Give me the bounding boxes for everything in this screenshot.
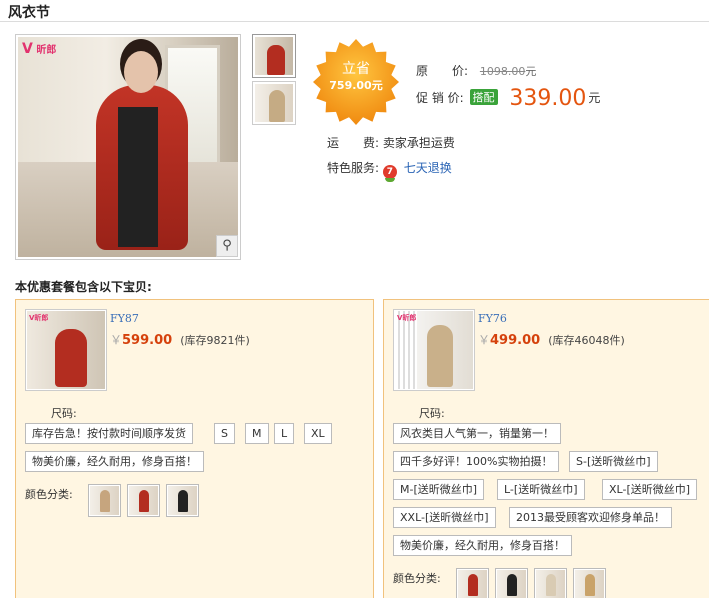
size-option-xl[interactable]: XL <box>304 423 332 444</box>
package-card: V昕郎 FY76 ￥499.00 (库存46048件) 尺码: 风衣类目人气第一，… <box>383 299 709 598</box>
promo-price-label: 促 销 价: <box>416 91 464 105</box>
seven-day-return-link[interactable]: 七天退换 <box>404 161 452 175</box>
service-label: 特色服务: <box>327 161 380 175</box>
color-swatch-red[interactable] <box>127 484 160 517</box>
color-swatch-khaki[interactable] <box>88 484 121 517</box>
color-swatch-black[interactable] <box>166 484 199 517</box>
package-price-row: ￥499.00 (库存46048件) <box>478 333 625 348</box>
shipping-value: 卖家承担运费 <box>382 136 455 150</box>
badge-label: 立省 <box>342 61 370 77</box>
savings-badge: 立省 759.00元 <box>312 38 400 126</box>
option-favorite-2013[interactable]: 2013最受顾客欢迎修身单品！ <box>509 507 672 528</box>
size-option-l[interactable]: L-[送昕微丝巾] <box>497 479 585 500</box>
title-divider <box>0 21 709 22</box>
promo-price-row: 促 销 价: 搭配 339.00 元 <box>416 86 601 111</box>
color-swatch-red[interactable] <box>456 568 489 598</box>
size-option-xl[interactable]: XL-[送昕微丝巾] <box>602 479 698 500</box>
original-price: 1098.00 <box>479 65 526 78</box>
color-label: 颜色分类: <box>393 572 441 585</box>
size-label: 尺码: <box>51 407 77 420</box>
original-price-label: 原 价: <box>416 64 469 78</box>
package-card: V昕郎 FY87 ￥599.00 (库存9821件) 尺码: 库存告急！按付款时间… <box>15 299 374 598</box>
package-product-image[interactable]: V昕郎 <box>25 309 107 391</box>
size-option-s[interactable]: S <box>214 423 235 444</box>
option-stock-warning[interactable]: 库存告急！按付款时间顺序发货 <box>25 423 193 444</box>
package-section-title: 本优惠套餐包含以下宝贝: <box>15 280 152 294</box>
package-stock: (库存9821件) <box>180 334 250 347</box>
package-stock: (库存46048件) <box>548 334 625 347</box>
package-price-row: ￥599.00 (库存9821件) <box>110 333 250 348</box>
thumbnail-strip <box>252 34 296 128</box>
badge-savings-value: 759.00元 <box>329 79 383 92</box>
size-option-l[interactable]: L <box>274 423 295 444</box>
promo-tag: 搭配 <box>469 89 498 105</box>
option-popularity[interactable]: 风衣类目人气第一，销量第一！ <box>393 423 561 444</box>
color-swatch-light[interactable] <box>534 568 567 598</box>
option-quality-note[interactable]: 物美价廉，经久耐用，修身百搭！ <box>25 451 204 472</box>
shipping-label: 运 费: <box>327 136 380 150</box>
option-reviews[interactable]: 四千多好评！100%实物拍摄！ <box>393 451 560 472</box>
service-row: 特色服务: 7 七天退换 <box>327 159 452 182</box>
thumbnail-red-trench[interactable] <box>252 34 296 78</box>
package-product-image[interactable]: V昕郎 <box>393 309 475 391</box>
color-swatch-camel[interactable] <box>573 568 606 598</box>
package-price: 599.00 <box>122 333 173 348</box>
size-label: 尺码: <box>419 407 445 420</box>
brand-logo: V 昕郎 <box>22 41 57 57</box>
original-price-row: 原 价: 1098.00元 <box>416 64 537 78</box>
color-swatch-black[interactable] <box>495 568 528 598</box>
size-option-s[interactable]: S-[送昕微丝巾] <box>569 451 658 472</box>
seven-day-return-icon: 7 <box>382 165 397 182</box>
product-photo-red-trench: V 昕郎 <box>18 37 238 257</box>
option-quality-note[interactable]: 物美价廉，经久耐用，修身百搭！ <box>393 535 572 556</box>
size-option-m[interactable]: M-[送昕微丝巾] <box>393 479 485 500</box>
package-product-code[interactable]: FY76 <box>478 312 507 325</box>
shipping-row: 运 费: 卖家承担运费 <box>327 134 455 151</box>
package-price: 499.00 <box>490 333 541 348</box>
size-option-m[interactable]: M <box>245 423 269 444</box>
page-title: 风衣节 <box>8 5 50 21</box>
color-label: 颜色分类: <box>25 488 73 501</box>
magnifier-icon[interactable]: ⚲ <box>216 235 238 257</box>
size-option-xxl[interactable]: XXL-[送昕微丝巾] <box>393 507 496 528</box>
main-product-image[interactable]: V 昕郎 ⚲ <box>15 34 241 260</box>
package-product-code[interactable]: FY87 <box>110 312 139 325</box>
promo-price: 339.00 <box>509 86 587 111</box>
thumbnail-beige-trench[interactable] <box>252 81 296 125</box>
